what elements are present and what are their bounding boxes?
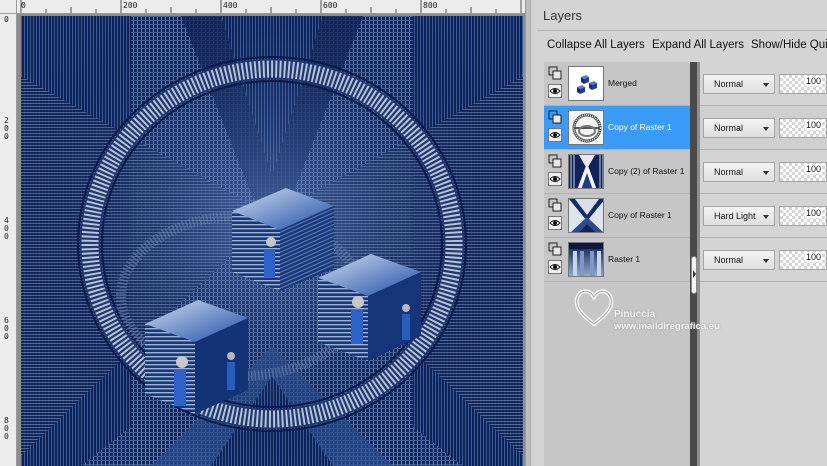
layer-link-icon[interactable] — [548, 66, 562, 80]
watermark: Pinuccia www.maildiregrafica.eu — [572, 284, 772, 334]
psp-workspace: 0 200 400 600 800 0 200 400 600 800 Laye… — [0, 0, 827, 466]
opacity-value: 100 — [804, 76, 822, 86]
ruler-corner — [0, 0, 17, 14]
dropdown-arrow-icon — [763, 127, 769, 131]
layer-name: Copy (2) of Raster 1 — [608, 166, 685, 176]
layers-list: Merged Copy of Raster 1 Copy (2) of Rast… — [530, 0, 827, 466]
layer-thumbnail — [568, 198, 604, 233]
layer-name: Merged — [608, 78, 637, 88]
ruler-label-v400: 400 — [4, 216, 9, 241]
layer-row-merged[interactable]: Merged — [544, 62, 690, 106]
dropdown-arrow-icon — [763, 215, 769, 219]
layer-properties-row: Normal 100 — [700, 62, 827, 106]
visibility-eye-icon[interactable] — [548, 128, 562, 142]
horizontal-ruler: 0 200 400 600 800 — [0, 0, 525, 14]
layer-properties-row: Hard Light 100 — [700, 194, 827, 238]
opacity-field[interactable]: 100 — [779, 250, 827, 270]
blend-mode-value: Normal — [714, 79, 744, 89]
opacity-value: 100 — [804, 164, 822, 174]
opacity-value: 100 — [804, 120, 822, 130]
opacity-field[interactable]: 100 — [779, 162, 827, 182]
blend-mode-value: Normal — [714, 123, 744, 133]
layer-name: Copy of Raster 1 — [608, 122, 672, 132]
ruler-label-v0: 0 — [4, 15, 9, 24]
layer-link-icon[interactable] — [548, 198, 562, 212]
layer-link-icon[interactable] — [548, 154, 562, 168]
blend-mode-dropdown[interactable]: Normal — [703, 74, 775, 94]
image-canvas[interactable] — [21, 16, 523, 466]
layer-name: Copy of Raster 1 — [608, 210, 672, 220]
visibility-eye-icon[interactable] — [548, 216, 562, 230]
heart-logo-icon — [574, 289, 614, 327]
layer-row-copy-of-raster-1-hardlight[interactable]: Copy of Raster 1 — [544, 194, 690, 238]
dropdown-arrow-icon — [763, 83, 769, 87]
blend-mode-value: Normal — [714, 255, 744, 265]
layer-name: Raster 1 — [608, 254, 641, 264]
splitter-arrow-icon — [693, 270, 696, 278]
layer-thumbnail — [568, 66, 604, 101]
blend-mode-dropdown[interactable]: Normal — [703, 162, 775, 182]
dropdown-arrow-icon — [763, 259, 769, 263]
layer-thumbnail — [568, 154, 604, 189]
blend-mode-dropdown[interactable]: Hard Light — [703, 206, 775, 226]
opacity-value: 100 — [804, 208, 822, 218]
layer-properties-row: Normal 100 — [700, 238, 827, 282]
layer-properties-row: Normal 100 — [700, 106, 827, 150]
layer-row-raster-1[interactable]: Raster 1 — [544, 238, 690, 282]
watermark-name: Pinuccia — [614, 309, 656, 320]
ruler-label-v200: 200 — [4, 116, 9, 141]
layer-row-copy-2-of-raster-1[interactable]: Copy (2) of Raster 1 — [544, 150, 690, 194]
layer-thumbnail — [568, 242, 604, 277]
opacity-field[interactable]: 100 — [779, 206, 827, 226]
layer-properties-row: Normal 100 — [700, 150, 827, 194]
layer-row-copy-of-raster-1[interactable]: Copy of Raster 1 — [544, 106, 690, 150]
dropdown-arrow-icon — [763, 171, 769, 175]
blend-mode-dropdown[interactable]: Normal — [703, 250, 775, 270]
visibility-eye-icon[interactable] — [548, 84, 562, 98]
opacity-field[interactable]: 100 — [779, 74, 827, 94]
blend-mode-value: Hard Light — [714, 211, 756, 221]
layer-link-icon[interactable] — [548, 110, 562, 124]
ruler-label-v600: 600 — [4, 316, 9, 341]
blend-mode-dropdown[interactable]: Normal — [703, 118, 775, 138]
visibility-eye-icon[interactable] — [548, 172, 562, 186]
blend-mode-value: Normal — [714, 167, 744, 177]
opacity-value: 100 — [804, 252, 822, 262]
vertical-ruler: 0 200 400 600 800 — [0, 14, 17, 466]
watermark-url: www.maildiregrafica.eu — [614, 321, 720, 332]
opacity-field[interactable]: 100 — [779, 118, 827, 138]
layer-thumbnail — [568, 110, 604, 145]
layer-link-icon[interactable] — [548, 242, 562, 256]
ruler-label-v800: 800 — [4, 416, 9, 441]
visibility-eye-icon[interactable] — [548, 260, 562, 274]
